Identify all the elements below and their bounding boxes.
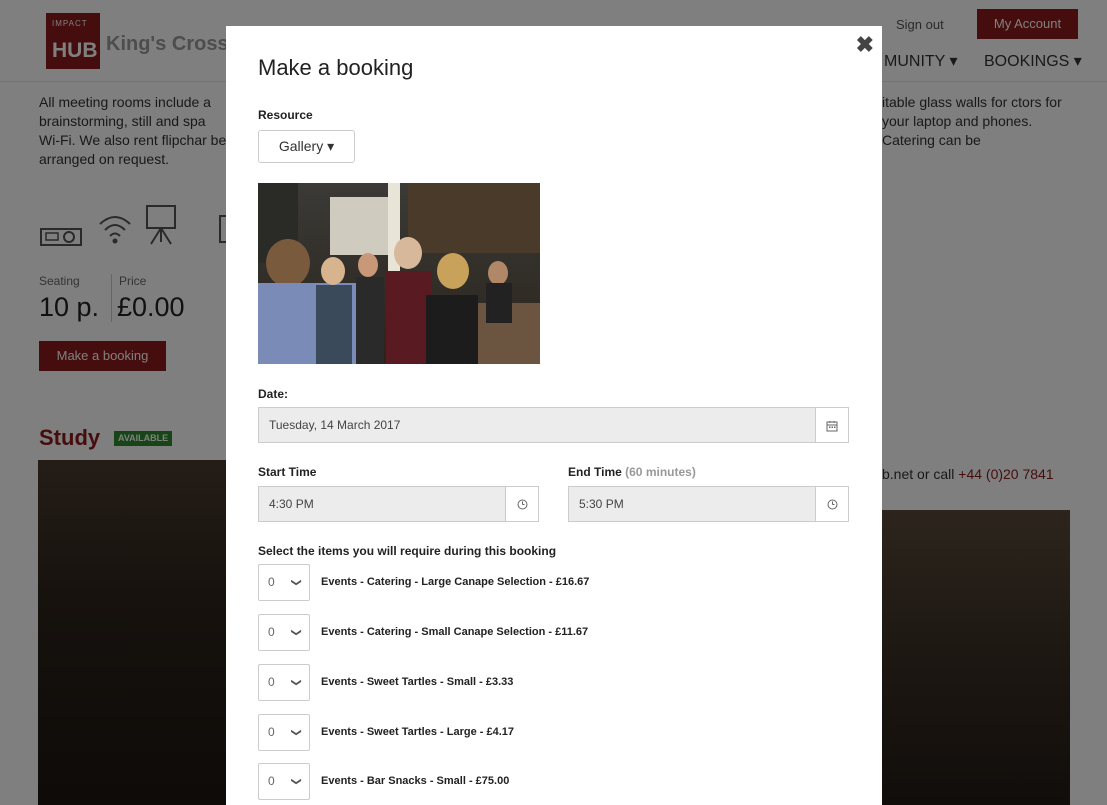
chevron-down-icon: ❯ [290, 578, 302, 587]
end-time-label: End Time (60 minutes) [568, 465, 696, 479]
gallery-photo-image [258, 183, 540, 364]
list-item: 0 ❯ Events - Catering - Small Canape Sele… [258, 614, 858, 651]
item-label: Events - Sweet Tartles - Small - £3.33 [321, 676, 514, 688]
item-label: Events - Sweet Tartles - Large - £4.17 [321, 726, 514, 738]
quantity-select[interactable]: 0 ❯ [258, 664, 310, 701]
modal-title: Make a booking [258, 55, 414, 80]
item-label: Events - Catering - Large Canape Selecti… [321, 576, 590, 588]
chevron-down-icon: ❯ [290, 628, 302, 637]
quantity-select[interactable]: 0 ❯ [258, 564, 310, 601]
date-label: Date: [258, 387, 289, 401]
end-time-text: End Time [568, 465, 622, 479]
clock-icon[interactable] [505, 486, 539, 522]
quantity-value: 0 [268, 575, 275, 589]
end-time-duration: (60 minutes) [625, 465, 696, 479]
list-item: 0 ❯ Events - Sweet Tartles - Large - £4.1… [258, 714, 858, 751]
list-item: 0 ❯ Events - Bar Snacks - Small - £75.00 [258, 763, 858, 800]
calendar-icon[interactable] [815, 407, 849, 443]
quantity-select[interactable]: 0 ❯ [258, 614, 310, 651]
chevron-down-icon: ❯ [290, 777, 302, 786]
clock-icon[interactable] [815, 486, 849, 522]
resource-label: Resource [258, 108, 313, 122]
quantity-value: 0 [268, 774, 275, 788]
quantity-select[interactable]: 0 ❯ [258, 763, 310, 800]
close-icon[interactable]: ✖ [856, 32, 874, 58]
booking-modal: ✖ Make a booking Resource Gallery ▾ Date… [226, 26, 882, 805]
items-label: Select the items you will require during… [258, 544, 557, 558]
list-item: 0 ❯ Events - Catering - Large Canape Sele… [258, 564, 858, 601]
end-time-input[interactable]: 5:30 PM [568, 486, 816, 522]
resource-dropdown[interactable]: Gallery ▾ [258, 130, 355, 163]
quantity-value: 0 [268, 675, 275, 689]
quantity-value: 0 [268, 725, 275, 739]
start-time-input[interactable]: 4:30 PM [258, 486, 506, 522]
date-input[interactable]: Tuesday, 14 March 2017 [258, 407, 816, 443]
start-time-label: Start Time [258, 465, 317, 479]
list-item: 0 ❯ Events - Sweet Tartles - Small - £3.3… [258, 664, 858, 701]
item-label: Events - Bar Snacks - Small - £75.00 [321, 775, 510, 787]
item-label: Events - Catering - Small Canape Selecti… [321, 626, 589, 638]
resource-photo [258, 183, 540, 364]
chevron-down-icon: ❯ [290, 728, 302, 737]
quantity-value: 0 [268, 625, 275, 639]
chevron-down-icon: ❯ [290, 678, 302, 687]
quantity-select[interactable]: 0 ❯ [258, 714, 310, 751]
